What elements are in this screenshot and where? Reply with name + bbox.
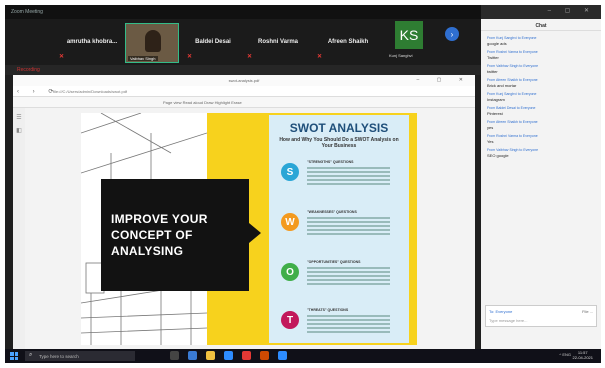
zoom-icon[interactable]	[278, 351, 287, 360]
chrome-icon[interactable]	[242, 351, 251, 360]
participant-name: Afreen Shaikh	[327, 39, 369, 45]
windows-start-icon[interactable]	[10, 352, 18, 360]
recording-label: Recording	[17, 67, 40, 73]
participant-video-tile[interactable]: Vaibhav Singh	[125, 23, 179, 63]
participant-tile[interactable]: amrutha khobra... ✕	[57, 23, 127, 61]
chat-message: From Roshni Varma to Everyone Yes	[487, 134, 538, 144]
chat-message: From Afreen Shaikh to Everyone Brick and …	[487, 78, 538, 88]
nav-arrows-icon[interactable]: ‹ › ⟳	[17, 88, 59, 95]
pdf-slide: IMPROVE YOUR CONCEPT OF ANALYSING SWOT A…	[81, 113, 417, 345]
taskbar-search-placeholder: Type here to search	[39, 353, 79, 359]
chat-panel: – ▢ ✕ Chat From Kunj Sanghvi to Everyone…	[481, 5, 601, 349]
chat-message: From Afreen Shaikh to Everyone yes	[487, 120, 538, 130]
swot-section-heading: "STRENGTHS" QUESTIONS	[307, 160, 354, 164]
swot-question-lines	[307, 217, 399, 237]
meeting-title: Zoom Meeting	[11, 9, 43, 15]
pdf-left-rail: ☰ ◧	[13, 108, 25, 349]
swot-section-heading: "OPPORTUNITIES" QUESTIONS	[307, 260, 361, 264]
chat-input-placeholder[interactable]: Type message here...	[489, 318, 527, 323]
participant-tile[interactable]: Roshni Varma ✕	[245, 23, 311, 61]
store-icon[interactable]	[188, 351, 197, 360]
chat-input[interactable]: To: Everyone File ... Type message here.…	[485, 305, 597, 327]
file-explorer-icon[interactable]	[206, 351, 215, 360]
poster-title: SWOT ANALYSIS	[289, 121, 389, 135]
chat-window-controls[interactable]: – ▢ ✕	[481, 5, 601, 19]
participant-name: Roshni Varma	[257, 39, 298, 45]
address-bar[interactable]: ‹ › ⟳ file:///C:/Users/admin/Downloads/s…	[13, 86, 475, 97]
windows-taskbar: ⌕ Type here to search ^ ENG 11:57 22-04-…	[5, 349, 601, 363]
swot-question-lines	[307, 315, 399, 335]
task-view-icon[interactable]	[170, 351, 179, 360]
chat-file-button[interactable]: File ...	[582, 309, 593, 314]
swot-letter-w: W	[281, 213, 299, 231]
pdf-toolbar-label: Page view Read aloud Draw Highlight Eras…	[163, 100, 242, 105]
pdf-toolbar[interactable]: Page view Read aloud Draw Highlight Eras…	[13, 97, 475, 108]
muted-mic-icon: ✕	[247, 54, 253, 60]
video-tile-label: Vaibhav Singh	[128, 56, 158, 61]
chat-recipient-dropdown[interactable]: To: Everyone	[489, 309, 512, 314]
chat-message-list[interactable]: From Kunj Sanghvi to Everyone google ads …	[481, 31, 601, 161]
muted-mic-icon: ✕	[317, 54, 323, 60]
pointer-arrow-icon	[249, 223, 261, 243]
swot-section-heading: "WEAKNESSES" QUESTIONS	[307, 210, 357, 214]
chat-message: From Vaibhav Singh to Everyone twitter	[487, 64, 539, 74]
participant-tile[interactable]: Afreen Shaikh ✕	[315, 23, 381, 61]
menu-icon[interactable]: ☰	[13, 114, 25, 121]
screen: Zoom Meeting amrutha khobra... ✕ Vaibhav…	[5, 5, 601, 363]
participant-name: amrutha khobra...	[66, 39, 118, 45]
system-tray[interactable]: ^ ENG	[559, 352, 571, 357]
window-controls[interactable]: – ▢ ✕	[417, 77, 471, 83]
participant-tile[interactable]: Baldei Desai ✕	[185, 23, 241, 61]
share-status-bar: Recording	[5, 65, 481, 75]
bookmark-icon[interactable]: ◧	[13, 127, 25, 134]
swot-question-lines	[307, 167, 399, 187]
participant-avatar-ks[interactable]: KS	[395, 21, 423, 49]
muted-mic-icon: ✕	[187, 54, 193, 60]
participant-video	[145, 30, 161, 52]
poster-subtitle: How and Why You Should Do a SWOT Analysi…	[279, 137, 399, 149]
edge-icon[interactable]	[224, 351, 233, 360]
chat-message: From Roshni Varma to Everyone Twitter	[487, 50, 538, 60]
swot-letter-t: T	[281, 311, 299, 329]
address-text[interactable]: file:///C:/Users/admin/Downloads/swot.pd…	[53, 89, 127, 94]
search-icon: ⌕	[29, 352, 33, 358]
clock-date: 22-04-2021	[572, 355, 593, 360]
swot-letter-s: S	[281, 163, 299, 181]
chat-title: Chat	[481, 19, 601, 31]
taskbar-clock[interactable]: 11:57 22-04-2021	[573, 350, 593, 360]
chat-message: From Baldei Desai to Everyone Pinterest	[487, 106, 536, 116]
powerpoint-icon[interactable]	[260, 351, 269, 360]
meeting-title-bar: Zoom Meeting	[5, 5, 481, 19]
taskbar-app-icons	[170, 351, 287, 361]
headline-box: IMPROVE YOUR CONCEPT OF ANALYSING	[101, 179, 249, 291]
swot-poster: SWOT ANALYSIS How and Why You Should Do …	[269, 115, 409, 343]
swot-question-lines	[307, 267, 399, 287]
taskbar-search-box[interactable]: ⌕ Type here to search	[25, 351, 135, 361]
browser-tab-title[interactable]: swot-analysis.pdf	[229, 78, 260, 83]
shared-browser-window: swot-analysis.pdf – ▢ ✕ ‹ › ⟳ file:///C:…	[13, 75, 475, 349]
chat-message: From Kunj Sanghvi to Everyone google ads	[487, 36, 537, 46]
muted-mic-icon: ✕	[59, 54, 65, 60]
swot-letter-o: O	[281, 263, 299, 281]
chat-message: From Vaibhav Singh to Everyone SEO google	[487, 148, 539, 158]
swot-section-heading: "THREATS" QUESTIONS	[307, 308, 349, 312]
slide-headline: IMPROVE YOUR CONCEPT OF ANALYSING	[111, 212, 208, 258]
ks-participant-name: Kunj Sanghvi	[389, 53, 413, 58]
participant-name: Baldei Desai	[195, 39, 231, 45]
chat-message: From Kunj Sanghvi to Everyone Instagram	[487, 92, 537, 102]
next-participants-button[interactable]: ›	[445, 27, 459, 41]
browser-tab-title-bar: swot-analysis.pdf – ▢ ✕	[13, 75, 475, 86]
